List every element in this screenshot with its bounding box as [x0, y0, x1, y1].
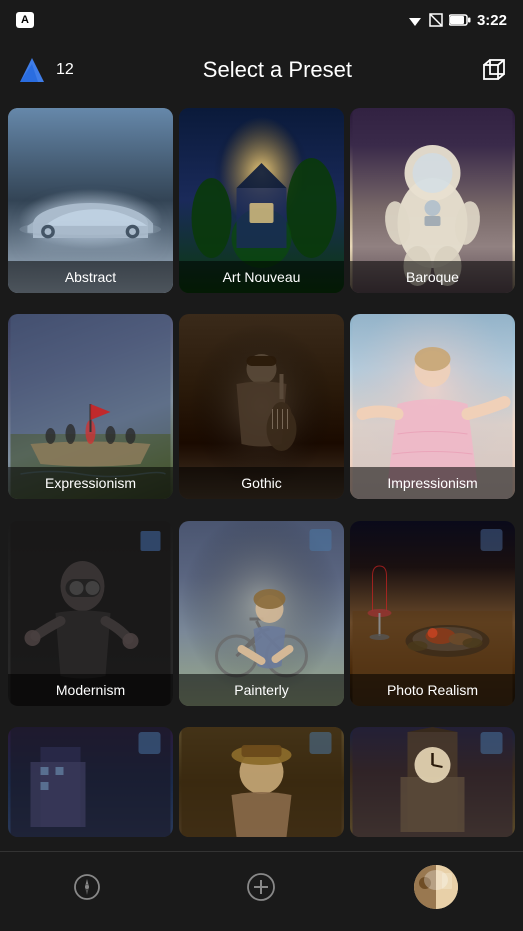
preset-card-row4b[interactable] — [179, 727, 344, 837]
preset-label-abstract: Abstract — [8, 261, 173, 293]
wifi-icon — [407, 13, 423, 27]
row4a-illustration — [8, 727, 173, 837]
status-bar: A 3:22 — [0, 0, 523, 40]
preset-card-photo-realism[interactable]: Photo Realism — [350, 521, 515, 706]
compass-nav-button[interactable] — [65, 865, 109, 909]
add-nav-button[interactable] — [239, 865, 283, 909]
preset-card-row4c[interactable] — [350, 727, 515, 837]
preset-label-expressionism: Expressionism — [8, 467, 173, 499]
page-title: Select a Preset — [203, 57, 352, 83]
preset-card-painterly[interactable]: Painterly — [179, 521, 344, 706]
row4b-illustration — [179, 727, 344, 837]
status-time: 3:22 — [477, 12, 507, 29]
status-right: 3:22 — [407, 12, 507, 29]
cube-icon[interactable] — [481, 57, 507, 83]
header: 12 Select a Preset — [0, 40, 523, 100]
signal-icon — [429, 13, 443, 27]
preset-card-impressionism[interactable]: Impressionism — [350, 314, 515, 499]
preset-card-expressionism[interactable]: Expressionism — [8, 314, 173, 499]
preset-label-baroque: Baroque — [350, 261, 515, 293]
app-logo — [16, 54, 48, 86]
preset-label-gothic: Gothic — [179, 467, 344, 499]
bottom-nav — [0, 851, 523, 931]
row4c-illustration — [350, 727, 515, 837]
preset-card-art-nouveau[interactable]: Art Nouveau — [179, 108, 344, 293]
preset-card-baroque[interactable]: Baroque — [350, 108, 515, 293]
battery-icon — [449, 14, 471, 26]
preset-label-modernism: Modernism — [8, 674, 173, 706]
abstract-illustration — [16, 178, 165, 252]
header-left: 12 — [16, 54, 74, 86]
status-a-badge: A — [16, 12, 34, 28]
preset-card-row4a[interactable] — [8, 727, 173, 837]
preset-label-impressionism: Impressionism — [350, 467, 515, 499]
preset-card-modernism[interactable]: Modernism — [8, 521, 173, 706]
status-left: A — [16, 12, 34, 28]
preset-count: 12 — [56, 61, 74, 79]
preset-label-painterly: Painterly — [179, 674, 344, 706]
preset-grid: Abstract Art Nouveau — [0, 100, 523, 860]
profile-avatar[interactable] — [414, 865, 458, 909]
preset-card-gothic[interactable]: Gothic — [179, 314, 344, 499]
preset-card-abstract[interactable]: Abstract — [8, 108, 173, 293]
preset-label-art-nouveau: Art Nouveau — [179, 261, 344, 293]
preset-label-photo-realism: Photo Realism — [350, 674, 515, 706]
